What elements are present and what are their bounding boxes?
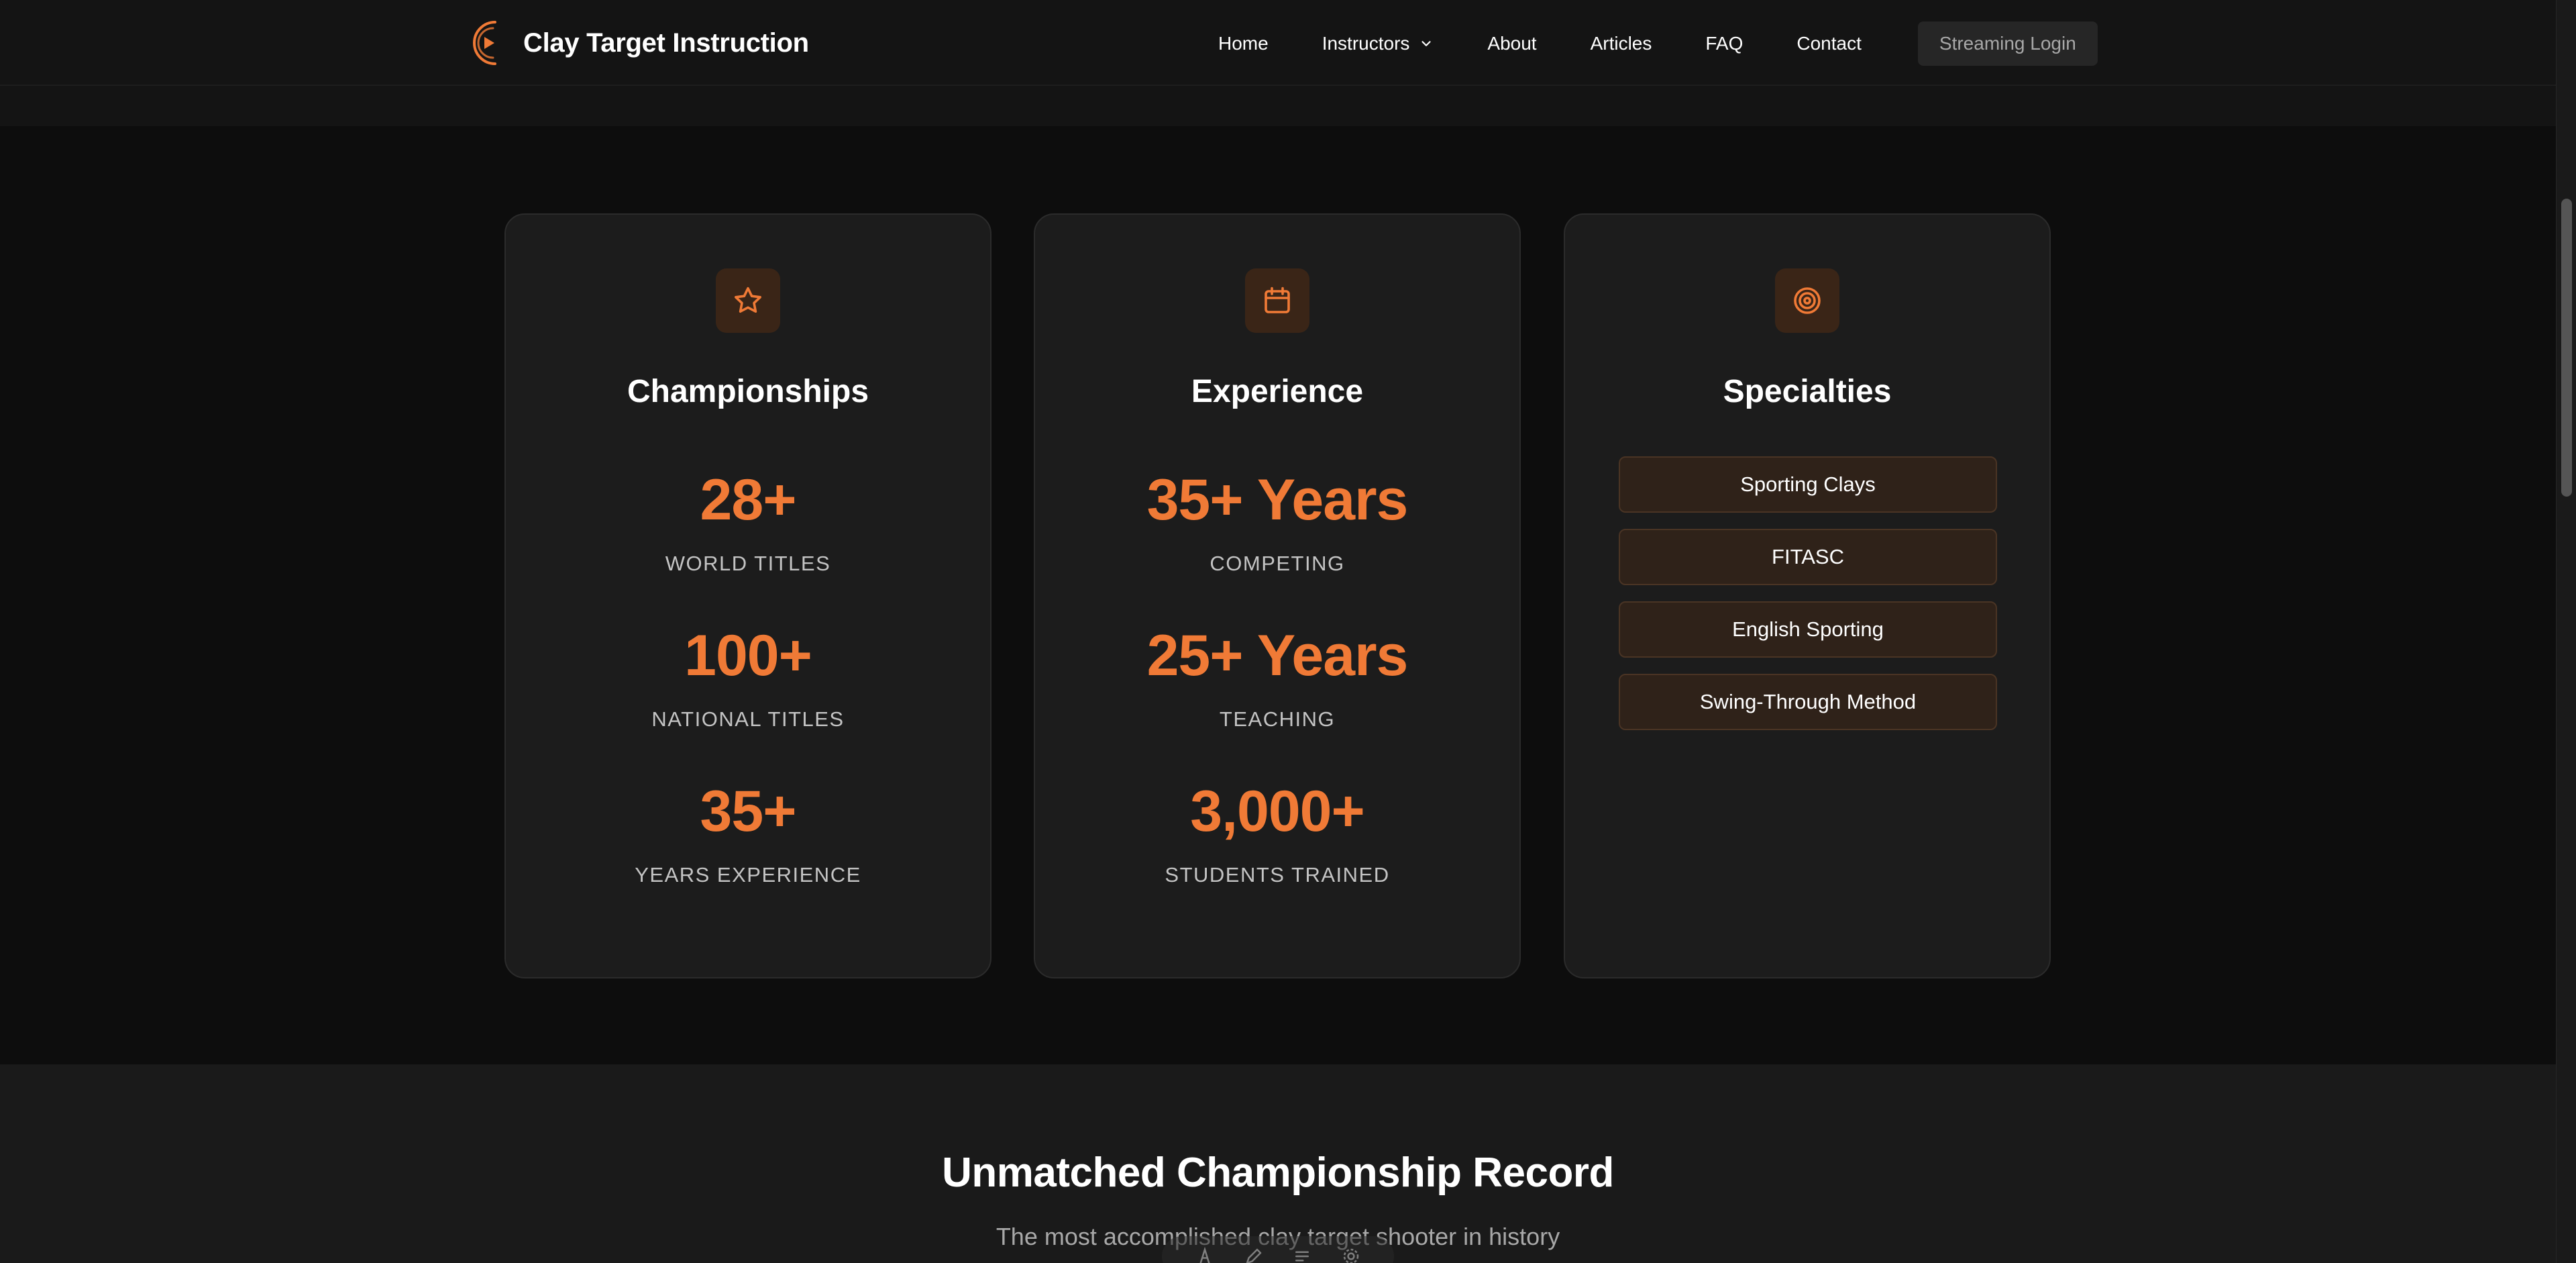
championships-card: Championships 28+ WORLD TITLES 100+ NATI… — [504, 213, 991, 978]
nav-home[interactable]: Home — [1218, 33, 1269, 54]
stat-label: STUDENTS TRAINED — [1165, 863, 1390, 887]
stat-value: 3,000+ — [1190, 779, 1364, 844]
text-tool-icon[interactable] — [1195, 1246, 1215, 1263]
scrollbar-thumb[interactable] — [2561, 199, 2572, 497]
floating-toolbar — [1162, 1236, 1394, 1263]
stat-value: 35+ Years — [1146, 468, 1409, 532]
nav-instructors[interactable]: Instructors — [1322, 33, 1434, 54]
specialty-tag: English Sporting — [1619, 601, 1997, 658]
championship-record-section: Unmatched Championship Record The most a… — [0, 1064, 2556, 1263]
card-title: Championships — [627, 374, 869, 409]
chevron-down-icon — [1421, 41, 1432, 46]
specialty-tag: FITASC — [1619, 529, 1997, 585]
nav-about[interactable]: About — [1487, 33, 1536, 54]
stat-value: 35+ — [700, 779, 797, 844]
brand-logo-icon — [473, 21, 496, 65]
stat-label: TEACHING — [1219, 707, 1336, 731]
stat-value: 100+ — [684, 623, 812, 688]
stat-label: COMPETING — [1210, 552, 1345, 575]
nav-articles[interactable]: Articles — [1591, 33, 1652, 54]
header-divider-band — [0, 86, 2556, 126]
stat-label: NATIONAL TITLES — [651, 707, 845, 731]
page-scrollbar[interactable] — [2556, 0, 2576, 1263]
stat-label: WORLD TITLES — [665, 552, 831, 575]
nav-contact[interactable]: Contact — [1796, 33, 1862, 54]
experience-card: Experience 35+ Years COMPETING 25+ Years… — [1034, 213, 1521, 978]
site-header: Clay Target Instruction Home Instructors… — [0, 0, 2556, 86]
list-tool-icon[interactable] — [1292, 1246, 1312, 1263]
nav-instructors-label: Instructors — [1322, 33, 1410, 54]
specialty-tag: Sporting Clays — [1619, 456, 1997, 513]
main-nav: Home Instructors About Articles FAQ Cont… — [1218, 21, 2098, 66]
card-title: Experience — [1191, 374, 1364, 409]
card-title: Specialties — [1723, 374, 1892, 409]
specialty-tag: Swing-Through Method — [1619, 674, 1997, 730]
specialties-list: Sporting Clays FITASC English Sporting S… — [1619, 456, 1997, 746]
nav-faq[interactable]: FAQ — [1705, 33, 1743, 54]
calendar-icon — [1245, 268, 1309, 333]
streaming-login-button[interactable]: Streaming Login — [1917, 21, 2098, 66]
section-title: Unmatched Championship Record — [942, 1150, 1614, 1196]
settings-gear-icon[interactable] — [1341, 1246, 1361, 1263]
brand-name: Clay Target Instruction — [523, 28, 809, 58]
target-icon — [1775, 268, 1839, 333]
stat-value: 25+ Years — [1146, 623, 1409, 688]
stats-section: Championships 28+ WORLD TITLES 100+ NATI… — [0, 126, 2556, 1064]
specialties-card: Specialties Sporting Clays FITASC Englis… — [1564, 213, 2051, 978]
pen-tool-icon[interactable] — [1244, 1246, 1264, 1263]
brand-link[interactable]: Clay Target Instruction — [464, 16, 809, 70]
stat-value: 28+ — [700, 468, 797, 532]
stat-label: YEARS EXPERIENCE — [635, 863, 861, 887]
star-icon — [716, 268, 780, 333]
